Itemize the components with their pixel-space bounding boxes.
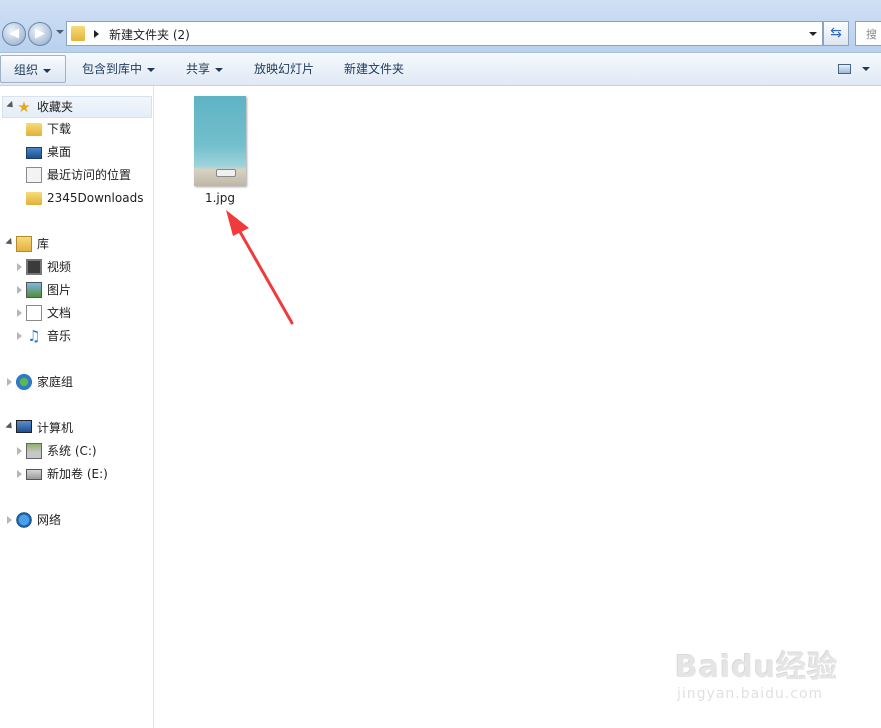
sidebar-item-music[interactable]: ♫ 音乐 (0, 326, 152, 346)
organize-label: 组织 (14, 63, 39, 77)
system-drive-icon (26, 443, 42, 459)
chevron-down-icon (809, 32, 817, 36)
sidebar-item-documents[interactable]: 文档 (0, 303, 152, 323)
sidebar-item-pictures[interactable]: 图片 (0, 280, 152, 300)
expand-arrow-icon[interactable] (17, 286, 22, 294)
sidebar-item-label: 收藏夹 (37, 100, 74, 114)
sidebar-item-label: 系统 (C:) (47, 444, 97, 458)
watermark-brand: Baidu经验 (675, 650, 839, 685)
sidebar-item-drive-e[interactable]: 新加卷 (E:) (0, 464, 152, 484)
chevron-down-icon (43, 68, 52, 73)
back-button[interactable]: ◀ (2, 22, 26, 46)
sidebar-item-homegroup[interactable]: 家庭组 (0, 372, 152, 392)
expand-arrow-icon[interactable] (17, 263, 22, 271)
breadcrumb-path[interactable]: 新建文件夹 (2) (109, 26, 190, 43)
document-library-icon (26, 305, 42, 321)
include-in-library-label: 包含到库中 (82, 62, 143, 76)
star-icon: ★ (17, 98, 31, 116)
share-button[interactable]: 共享 (186, 53, 224, 85)
slideshow-label: 放映幻灯片 (254, 62, 315, 76)
recent-places-icon (26, 167, 42, 183)
chevron-down-icon (215, 67, 224, 72)
downloads-folder-icon (26, 123, 42, 136)
computer-icon (16, 420, 32, 433)
address-field[interactable]: 新建文件夹 (2) (66, 21, 823, 46)
new-folder-button[interactable]: 新建文件夹 (344, 53, 404, 85)
organize-button[interactable]: 组织 (0, 55, 66, 83)
sidebar-item-downloads[interactable]: 下载 (0, 119, 152, 139)
expand-arrow-icon[interactable] (17, 309, 22, 317)
refresh-button[interactable]: ⇆ (823, 21, 849, 46)
sidebar-item-recent-places[interactable]: 最近访问的位置 (0, 165, 152, 185)
collapse-arrow-icon[interactable] (5, 421, 15, 432)
search-placeholder: 搜 (866, 28, 877, 41)
command-toolbar: 组织 包含到库中 共享 放映幻灯片 新建文件夹 (0, 53, 881, 86)
file-name[interactable]: 1.jpg (194, 191, 246, 205)
share-label: 共享 (186, 62, 211, 76)
sidebar-item-label: 视频 (47, 260, 72, 274)
expand-arrow-icon[interactable] (7, 516, 12, 524)
view-options-dropdown[interactable] (862, 67, 870, 71)
sidebar-item-videos[interactable]: 视频 (0, 257, 152, 277)
expand-arrow-icon[interactable] (17, 447, 22, 455)
folder-icon (71, 26, 85, 41)
address-history-dropdown[interactable] (806, 24, 820, 43)
sidebar-item-label: 最近访问的位置 (47, 168, 132, 182)
sidebar-item-label: 库 (37, 237, 50, 251)
refresh-icon: ⇆ (830, 25, 842, 41)
libraries-icon (16, 236, 32, 252)
homegroup-icon (16, 374, 32, 390)
sidebar-item-label: 计算机 (37, 421, 74, 435)
sidebar-item-label: 桌面 (47, 145, 72, 159)
back-arrow-icon: ◀ (9, 26, 19, 41)
expand-arrow-icon[interactable] (17, 470, 22, 478)
recent-pages-dropdown[interactable] (56, 30, 64, 34)
sidebar-item-drive-c[interactable]: 系统 (C:) (0, 441, 152, 461)
annotation-arrow-head (226, 210, 249, 236)
annotation-arrow-shaft (233, 221, 294, 325)
collapse-arrow-icon[interactable] (5, 237, 15, 248)
new-folder-label: 新建文件夹 (344, 62, 405, 76)
sidebar-item-label: 家庭组 (37, 375, 74, 389)
file-list-area[interactable]: 1.jpg (154, 86, 881, 728)
sidebar-item-label: 下载 (47, 122, 72, 136)
picture-library-icon (26, 282, 42, 298)
expand-arrow-icon[interactable] (17, 332, 22, 340)
forward-button[interactable]: ▶ (28, 22, 52, 46)
network-icon (16, 512, 32, 528)
music-note-icon: ♫ (27, 327, 41, 345)
sidebar-item-desktop[interactable]: 桌面 (0, 142, 152, 162)
sidebar-item-label: 网络 (37, 513, 62, 527)
sidebar-item-network[interactable]: 网络 (0, 510, 152, 530)
sidebar-item-label: 2345Downloads (47, 191, 144, 205)
video-library-icon (26, 259, 42, 275)
baidu-watermark: Baidu经验 jingyan.baidu.com (675, 642, 845, 712)
sidebar-item-label: 新加卷 (E:) (47, 467, 108, 481)
search-input[interactable]: 搜 (855, 21, 881, 46)
address-bar-area: ◀ ▶ 新建文件夹 (2) ⇆ 搜 (0, 0, 881, 53)
chevron-down-icon (147, 67, 156, 72)
sidebar-item-computer[interactable]: 计算机 (0, 418, 152, 438)
change-view-icon[interactable] (838, 64, 851, 74)
desktop-icon (26, 147, 42, 159)
slideshow-button[interactable]: 放映幻灯片 (254, 53, 314, 85)
image-thumbnail[interactable] (194, 96, 246, 186)
annotation-arrow (226, 210, 294, 325)
sidebar-item-label: 图片 (47, 283, 72, 297)
hard-drive-icon (26, 469, 42, 480)
sidebar-item-label: 音乐 (47, 329, 72, 343)
sidebar-item-favorites[interactable]: ★ 收藏夹 (2, 96, 152, 118)
thumbnail-van-graphic (216, 169, 236, 177)
navigation-pane: ★ 收藏夹 下载 桌面 最近访问的位置 2345Downloads 库 视频 图… (0, 86, 154, 728)
include-in-library-button[interactable]: 包含到库中 (82, 53, 156, 85)
sidebar-item-libraries[interactable]: 库 (0, 234, 152, 254)
watermark-url: jingyan.baidu.com (677, 686, 824, 702)
collapse-arrow-icon[interactable] (6, 100, 16, 111)
breadcrumb-arrow-icon[interactable] (94, 30, 99, 38)
sidebar-item-label: 文档 (47, 306, 72, 320)
sidebar-item-2345downloads[interactable]: 2345Downloads (0, 188, 152, 208)
forward-arrow-icon: ▶ (35, 26, 45, 41)
expand-arrow-icon[interactable] (7, 378, 12, 386)
folder-icon (26, 192, 42, 205)
